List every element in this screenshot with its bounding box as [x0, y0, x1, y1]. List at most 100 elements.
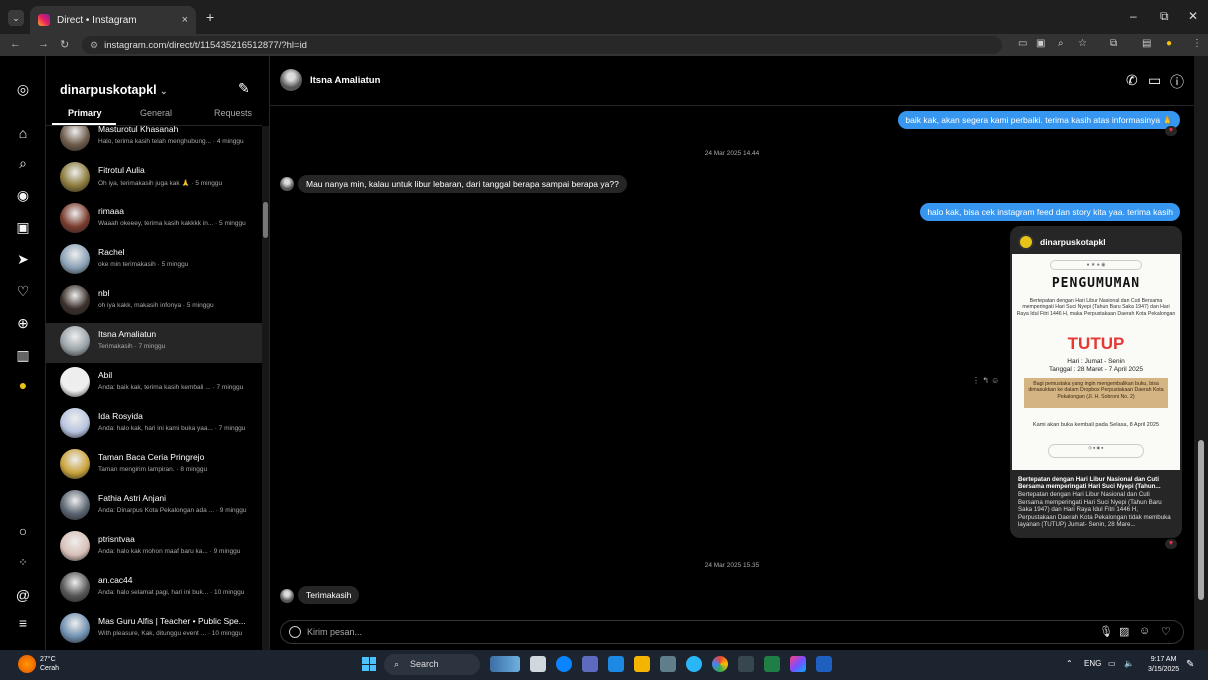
tab-general[interactable]: General: [140, 108, 172, 118]
account-switcher[interactable]: dinarpuskotapkl ⌄: [60, 83, 168, 97]
conversation-item[interactable]: Masturotul Khasanah Halo, terima kasih te…: [46, 126, 262, 158]
reels-icon[interactable]: ▣: [14, 218, 32, 236]
browser-menu-icon[interactable]: ⋮: [1192, 38, 1202, 49]
profile-icon[interactable]: ●: [1166, 38, 1172, 49]
info-icon[interactable]: ⓘ: [1170, 72, 1184, 92]
contact-name[interactable]: Itsna Amaliatun: [310, 75, 380, 86]
conversation-item[interactable]: Fitrotul Aulia Oh iya, terimakasih juga k…: [46, 159, 262, 199]
file-explorer-icon[interactable]: [634, 656, 650, 672]
message-input[interactable]: [307, 624, 1067, 640]
store-icon[interactable]: [660, 656, 676, 672]
volume-icon[interactable]: 🔈: [1124, 659, 1134, 668]
tab-requests[interactable]: Requests: [214, 108, 252, 118]
address-bar[interactable]: ⚙ instagram.com/direct/t/115435216512877…: [82, 36, 1002, 54]
site-info-icon[interactable]: ⚙: [90, 40, 98, 51]
heart-reaction-icon[interactable]: ♥: [1165, 126, 1177, 136]
photos-icon[interactable]: [608, 656, 624, 672]
chat-scrollbar[interactable]: [1194, 56, 1208, 650]
browser-tab-instagram[interactable]: Direct • Instagram ×: [30, 6, 196, 34]
reload-icon[interactable]: ↻: [60, 38, 69, 51]
conversation-item[interactable]: ptrisntvaa Anda: halo kak mohon maaf baru…: [46, 528, 262, 568]
threads-icon[interactable]: ○: [14, 522, 32, 540]
profile-avatar-icon[interactable]: ●: [14, 376, 32, 394]
language-indicator[interactable]: ENG: [1084, 659, 1101, 668]
word-icon[interactable]: [816, 656, 832, 672]
like-heart-icon[interactable]: ♡: [1161, 625, 1171, 638]
news-widget-icon[interactable]: [490, 656, 520, 672]
heart-reaction-icon[interactable]: ♥: [1165, 539, 1177, 549]
weather-widget[interactable]: 27°C Cerah: [18, 655, 59, 673]
network-icon[interactable]: ▭: [1108, 659, 1116, 668]
post-image[interactable]: ● ★ ● ◉ PENGUMUMAN Bertepatan dengan Har…: [1012, 254, 1180, 470]
message-incoming[interactable]: Terimakasih: [298, 586, 360, 604]
back-icon[interactable]: ←: [10, 38, 21, 50]
conversation-item[interactable]: nbl oh iya kakk, makasih infonya · 5 ming…: [46, 282, 262, 322]
more-menu-icon[interactable]: ≡: [14, 614, 32, 632]
system-clock[interactable]: 9:17 AM 3/15/2025: [1148, 655, 1179, 675]
extensions-icon[interactable]: ⧉: [1110, 38, 1117, 49]
home-icon[interactable]: ⌂: [14, 124, 32, 142]
search-icon[interactable]: ⌕: [14, 154, 32, 172]
react-emoji-icon[interactable]: ☺: [991, 376, 999, 385]
edge-browser-icon[interactable]: [556, 656, 572, 672]
bookmark-star-icon[interactable]: ☆: [1078, 38, 1087, 49]
new-tab-button[interactable]: +: [206, 9, 214, 25]
conversation-item[interactable]: Mas Guru Alfis | Teacher • Public Spe...…: [46, 610, 262, 650]
sidebar-icon[interactable]: ▤: [1142, 38, 1151, 49]
windows-start-icon[interactable]: [362, 657, 376, 671]
shared-post[interactable]: dinarpuskotapkl ● ★ ● ◉ PENGUMUMAN Berte…: [1010, 226, 1182, 538]
notifications-heart-icon[interactable]: ♡: [14, 282, 32, 300]
task-view-icon[interactable]: [530, 656, 546, 672]
tray-chevron-icon[interactable]: ⌃: [1066, 659, 1073, 668]
message-outgoing[interactable]: baik kak, akan segera kami perbaiki. ter…: [898, 111, 1180, 129]
tab-search-icon[interactable]: ⌄: [8, 10, 24, 26]
contact-avatar[interactable]: [280, 69, 302, 91]
conversation-item[interactable]: Abil Anda: baik kak, terima kasih kembali…: [46, 364, 262, 404]
maximize-button[interactable]: ⧉: [1160, 9, 1169, 24]
terminal-icon[interactable]: [738, 656, 754, 672]
post-header[interactable]: dinarpuskotapkl: [1018, 232, 1106, 252]
tab-primary[interactable]: Primary: [68, 108, 102, 118]
compose-message-icon[interactable]: ✎: [238, 80, 250, 97]
app-icon[interactable]: [686, 656, 702, 672]
taskbar-search[interactable]: ⌕ Search: [384, 654, 480, 675]
sticker-icon[interactable]: ☺: [1139, 625, 1150, 637]
teams-icon[interactable]: [582, 656, 598, 672]
conversation-item[interactable]: Rachel oke min terimakasih · 5 minggu: [46, 241, 262, 281]
emoji-picker-icon[interactable]: [289, 626, 301, 638]
close-window-button[interactable]: ✕: [1188, 9, 1198, 23]
excel-icon[interactable]: [764, 656, 780, 672]
conversation-item[interactable]: Ida Rosyida Anda: halo kak, hari ini kami…: [46, 405, 262, 445]
explore-icon[interactable]: ◉: [14, 186, 32, 204]
conversation-item[interactable]: Taman Baca Ceria Pringrejo Taman mengirim…: [46, 446, 262, 486]
threads-app-icon[interactable]: @: [14, 586, 32, 604]
message-incoming[interactable]: Mau nanya min, kalau untuk libur lebaran…: [298, 175, 627, 193]
conversation-item[interactable]: Fathia Astri Anjani Anda: Dinarpus Kota P…: [46, 487, 262, 527]
cast-icon[interactable]: ▭: [1018, 38, 1027, 49]
messages-icon[interactable]: ➤: [14, 250, 32, 268]
chrome-icon[interactable]: [712, 656, 728, 672]
notifications-icon[interactable]: ✎: [1186, 659, 1194, 670]
conversation-item[interactable]: rimaaa Waaah okeeey, terima kasih kakkkk …: [46, 200, 262, 240]
microphone-icon[interactable]: 🎙: [1099, 625, 1113, 638]
meta-ai-icon[interactable]: ⁘: [14, 554, 32, 572]
image-upload-icon[interactable]: ▨: [1119, 625, 1129, 638]
translate-icon[interactable]: ▣: [1036, 38, 1045, 49]
inbox-scroll-thumb[interactable]: [263, 202, 268, 238]
minimize-button[interactable]: –: [1130, 9, 1137, 23]
conversation-item[interactable]: Itsna Amaliatun Terimakasih · 7 minggu: [46, 323, 262, 363]
dashboard-icon[interactable]: ▥: [14, 346, 32, 364]
conversation-item[interactable]: an.cac44 Anda: halo selamat pagi, hari in…: [46, 569, 262, 609]
zoom-icon[interactable]: ⌕: [1058, 38, 1064, 49]
instagram-logo-icon[interactable]: ◎: [14, 80, 32, 98]
phone-call-icon[interactable]: ✆: [1126, 72, 1138, 89]
message-outgoing[interactable]: halo kak, bisa cek instagram feed dan st…: [920, 203, 1180, 221]
create-icon[interactable]: ⊕: [14, 314, 32, 332]
more-options-icon[interactable]: ⋮: [972, 376, 980, 385]
chat-scroll-thumb[interactable]: [1198, 440, 1204, 600]
tab-close-icon[interactable]: ×: [182, 14, 188, 26]
video-call-icon[interactable]: ▭: [1148, 72, 1161, 89]
canva-icon[interactable]: [790, 656, 806, 672]
reply-icon[interactable]: ↰: [982, 376, 989, 385]
forward-icon[interactable]: →: [38, 38, 49, 50]
